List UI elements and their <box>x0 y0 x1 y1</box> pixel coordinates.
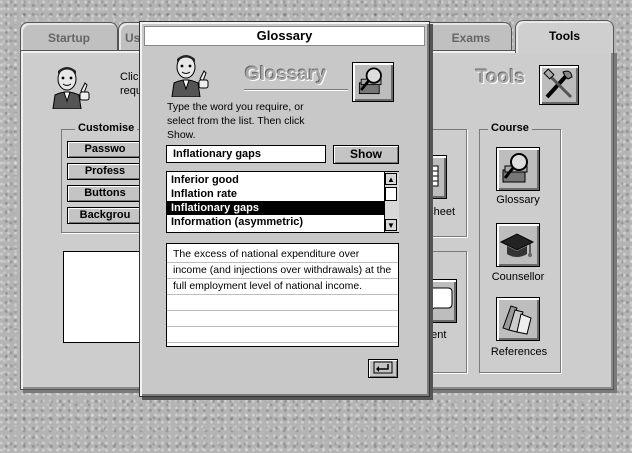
buttons-button-label: Buttons <box>84 187 126 199</box>
mortarboard-icon <box>499 233 535 257</box>
counsellor-label: Counsellor <box>491 271 545 283</box>
background-button-label: Backgrou <box>79 209 131 221</box>
professional-button-label: Profess <box>84 165 126 177</box>
list-item[interactable]: Inflation rate <box>167 187 384 201</box>
scroll-down-icon[interactable]: ▼ <box>385 219 397 231</box>
tab-tools[interactable]: Tools <box>515 20 614 53</box>
scroll-up-icon[interactable]: ▲ <box>385 173 397 185</box>
dialog-title: Glossary <box>144 26 425 46</box>
glossary-header-icon <box>352 62 394 102</box>
heading-underline <box>244 89 348 90</box>
references-label: References <box>490 346 548 358</box>
search-input[interactable]: Inflationary gaps <box>166 145 326 163</box>
references-button[interactable] <box>496 297 540 341</box>
professional-button[interactable]: Profess <box>67 163 143 180</box>
preview-box <box>63 251 145 343</box>
tab-startup[interactable]: Startup <box>20 22 118 53</box>
password-button[interactable]: Passwo <box>67 141 143 158</box>
tools-icon <box>539 65 579 105</box>
tools-heading: Tools <box>476 67 526 88</box>
scroll-thumb[interactable] <box>385 187 397 201</box>
list-item[interactable]: Inferior good <box>167 173 384 187</box>
return-button[interactable] <box>368 359 398 378</box>
glossary-button[interactable] <box>496 147 540 191</box>
tab-exams[interactable]: Exams <box>420 22 512 52</box>
course-title: Course <box>488 122 532 134</box>
tab-label: Tools <box>548 29 581 43</box>
term-list[interactable]: Inferior good Inflation rate Inflationar… <box>166 171 399 233</box>
tab-label: Startup <box>48 31 90 45</box>
show-button[interactable]: Show <box>333 145 399 164</box>
assistant-person-icon <box>49 65 97 110</box>
books-icon <box>502 305 532 335</box>
buttons-button[interactable]: Buttons <box>67 185 143 202</box>
glossary-dialog: Glossary Glossary Type the word you requ… <box>139 21 430 397</box>
definition-text: The excess of national expenditure over … <box>166 243 399 347</box>
counsellor-button[interactable] <box>496 223 540 267</box>
list-item-selected[interactable]: Inflationary gaps <box>167 201 384 215</box>
list-item[interactable]: Information (asymmetric) <box>167 215 384 229</box>
glossary-heading: Glossary <box>245 64 327 85</box>
show-button-label: Show <box>350 147 382 161</box>
return-arrow-icon <box>373 361 393 374</box>
tab-label: Exams <box>451 31 491 45</box>
assistant-person-icon <box>168 53 216 98</box>
customise-title: Customise <box>75 122 138 134</box>
glossary-label: Glossary <box>496 194 540 206</box>
password-button-label: Passwo <box>84 143 126 155</box>
glossary-icon <box>502 153 528 183</box>
instructions-text: Type the word you require, or select fro… <box>167 101 305 141</box>
background-button[interactable]: Backgrou <box>67 207 143 224</box>
